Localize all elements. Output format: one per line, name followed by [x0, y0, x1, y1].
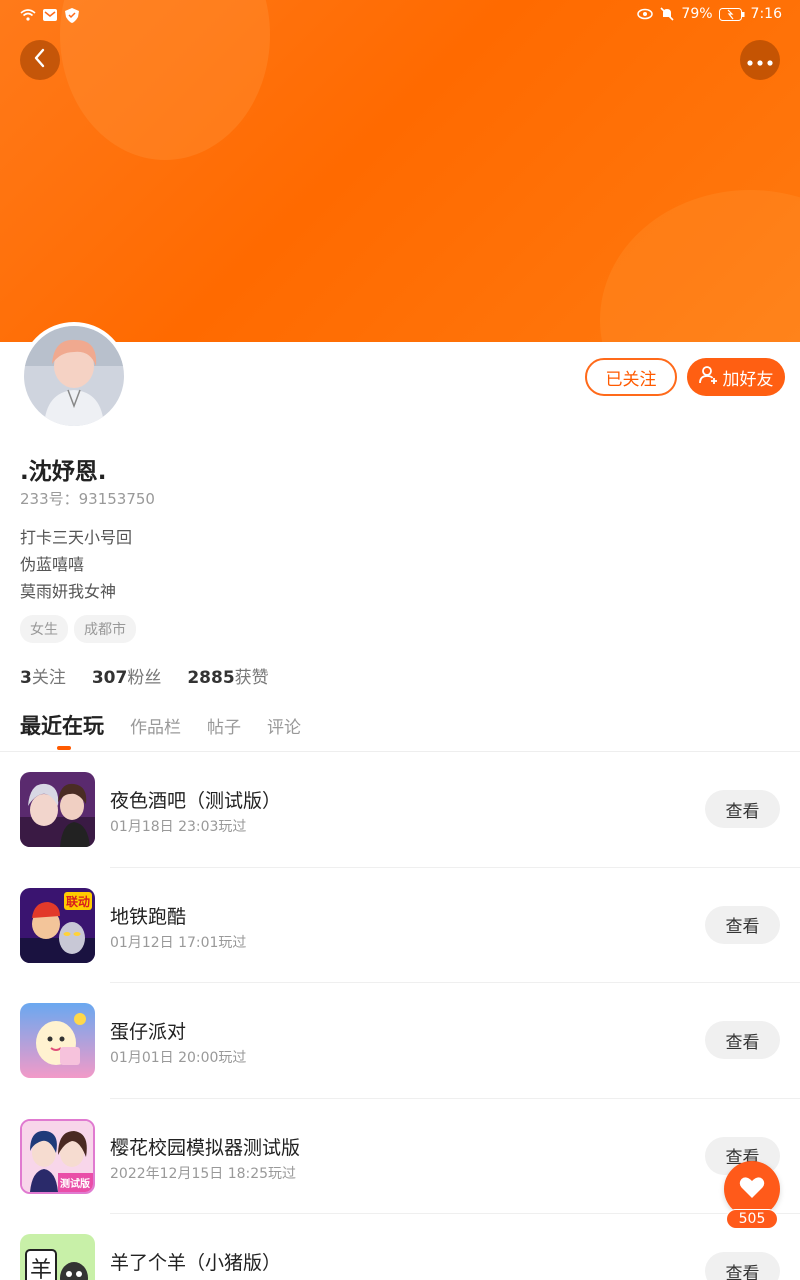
chevron-left-icon	[33, 48, 47, 72]
view-button[interactable]: 查看	[705, 1252, 780, 1280]
play-time: 2022年12月15日 18:25玩过	[110, 1165, 297, 1182]
tab-comments[interactable]: 评论	[267, 713, 301, 738]
followed-button[interactable]: 已关注	[585, 358, 677, 396]
tag-city: 成都市	[74, 615, 136, 643]
stat-following[interactable]: 3关注	[20, 663, 66, 688]
user-id: 233号：93153750	[20, 490, 155, 508]
icon-badge-text: 测试版	[60, 1177, 90, 1190]
list-item[interactable]: 测试版 樱花校园模拟器测试版 2022年12月15日 18:25玩过 查看	[0, 1099, 800, 1214]
game-icon-sheep: 羊	[20, 1234, 95, 1280]
profile-page: 79% 7:16 已关注 加好友 .沈妤恩. 233号：93153750 打卡三…	[0, 0, 800, 1280]
game-name: 羊了个羊（小猪版）	[110, 1252, 282, 1274]
game-name: 樱花校园模拟器测试版	[110, 1136, 301, 1159]
clock: 7:16	[750, 6, 782, 22]
heart-icon	[739, 1176, 765, 1203]
stats-bar: 3关注 307粉丝 2885获赞	[20, 663, 269, 688]
play-time: 01月01日 20:00玩过	[110, 1050, 247, 1066]
view-button[interactable]: 查看	[705, 790, 780, 828]
list-item[interactable]: 羊 羊了个羊（小猪版） 查看	[0, 1214, 800, 1280]
username: .沈妤恩.	[20, 459, 107, 485]
tab-posts[interactable]: 帖子	[207, 713, 241, 738]
tab-indicator	[57, 746, 71, 750]
bio-line: 伪蓝嘻嘻	[20, 555, 85, 574]
game-name: 地铁跑酷	[110, 905, 187, 928]
more-button[interactable]	[740, 40, 780, 80]
stat-fans[interactable]: 307粉丝	[92, 663, 162, 688]
eye-icon	[637, 6, 654, 22]
view-button[interactable]: 查看	[705, 1021, 780, 1059]
tab-bar: 最近在玩 作品栏 帖子 评论	[20, 710, 301, 740]
add-friend-label: 加好友	[722, 369, 774, 390]
tab-recent-play[interactable]: 最近在玩	[20, 710, 104, 740]
more-dots-icon	[747, 51, 773, 70]
wifi-icon	[20, 7, 36, 23]
list-item[interactable]: 蛋仔派对 01月01日 20:00玩过 查看	[0, 983, 800, 1099]
game-name: 夜色酒吧（测试版）	[110, 790, 282, 812]
game-icon-eggy-party	[20, 1003, 95, 1078]
stat-likes[interactable]: 2885获赞	[187, 663, 268, 688]
back-button[interactable]	[20, 40, 60, 80]
like-count: 505	[726, 1209, 778, 1229]
game-icon-subway-surfers: 联动	[20, 887, 95, 963]
add-friend-button[interactable]: 加好友	[687, 358, 785, 396]
battery-icon	[718, 6, 745, 22]
status-bar: 79% 7:16	[0, 0, 800, 30]
bio-line: 莫雨妍我女神	[20, 582, 117, 601]
battery-percent: 79%	[681, 6, 713, 22]
game-icon-night-bar	[20, 772, 95, 847]
recent-games-list: 夜色酒吧（测试版） 01月18日 23:03玩过 查看 联动 地铁跑酷 01月1…	[0, 752, 800, 1280]
shield-icon	[64, 7, 80, 23]
view-button[interactable]: 查看	[705, 905, 780, 944]
add-user-icon	[698, 365, 719, 390]
mail-notification-icon	[42, 7, 58, 23]
tab-works[interactable]: 作品栏	[130, 713, 181, 738]
list-item[interactable]: 联动 地铁跑酷 01月12日 17:01玩过 查看	[0, 868, 800, 983]
bio-line: 打卡三天小号回	[20, 528, 133, 547]
game-icon-sakura-school: 测试版	[20, 1118, 95, 1194]
icon-badge-text: 羊	[30, 1258, 52, 1280]
bio: 打卡三天小号回 伪蓝嘻嘻 莫雨妍我女神	[20, 524, 132, 605]
play-time: 01月12日 17:01玩过	[110, 934, 247, 951]
icon-badge-text: 联动	[66, 895, 90, 909]
tag-gender: 女生	[20, 615, 68, 643]
game-name: 蛋仔派对	[110, 1021, 187, 1043]
play-time: 01月18日 23:03玩过	[110, 819, 247, 835]
profile-banner: 79% 7:16	[0, 0, 800, 342]
mute-bell-icon	[659, 6, 675, 22]
avatar[interactable]	[20, 322, 128, 430]
list-item[interactable]: 夜色酒吧（测试版） 01月18日 23:03玩过 查看	[0, 752, 800, 868]
tag-list: 女生 成都市	[20, 615, 136, 643]
banner-decoration	[600, 190, 800, 342]
